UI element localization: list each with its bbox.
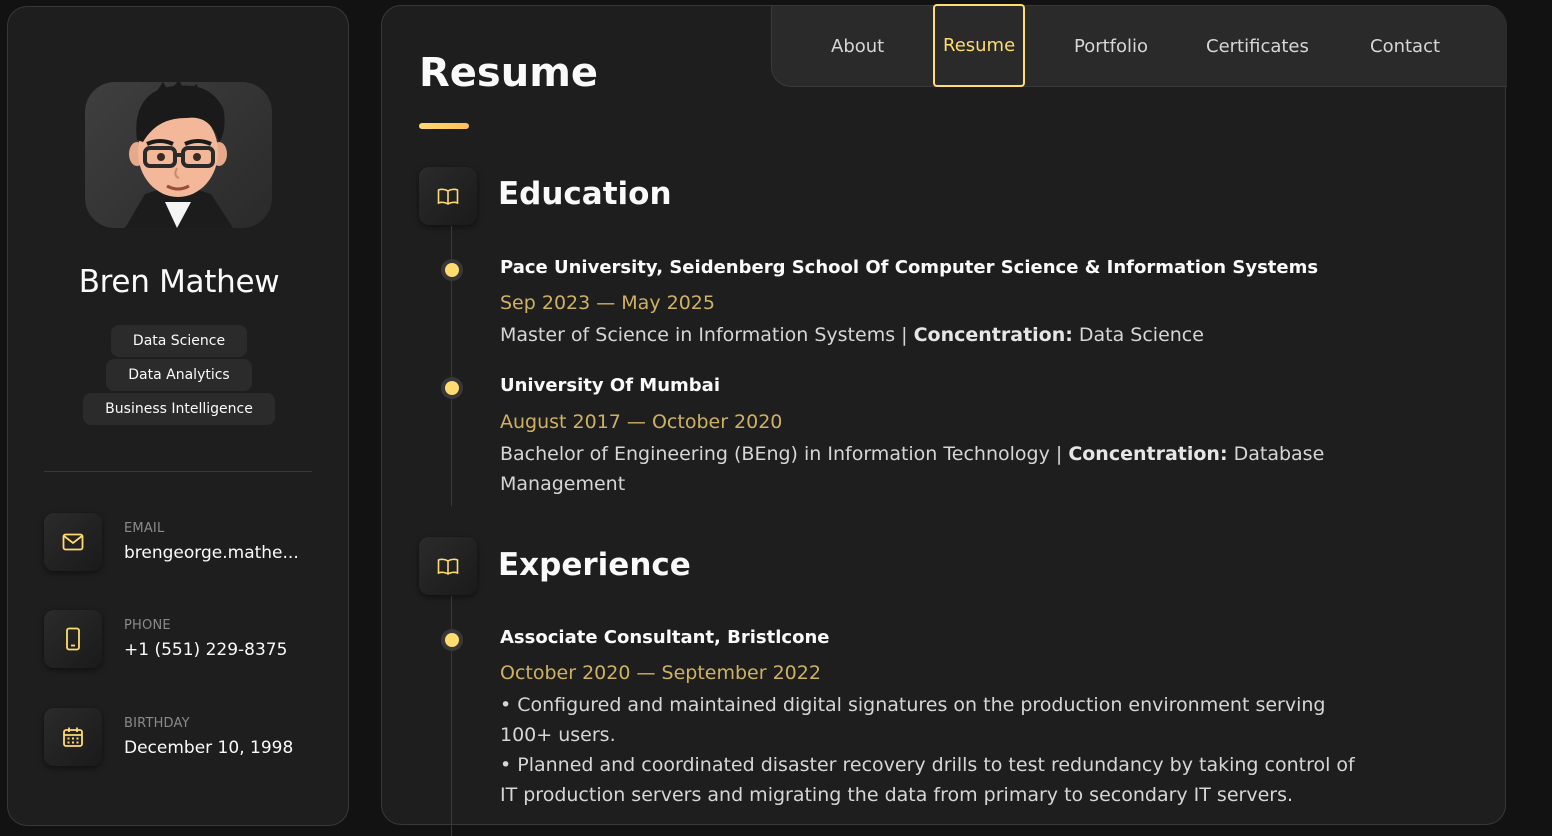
profile-tags: Data Science Data Analytics Business Int… [8,325,350,427]
mail-icon [44,513,102,571]
avatar [85,82,272,228]
education-item-concentration-label: Concentration: [913,324,1073,346]
contact-email: EMAIL brengeorge.mathe... [44,513,334,573]
education-item-date: Sep 2023 — May 2025 [500,292,715,314]
experience-item-bullet: • Configured and maintained digital sign… [500,694,1326,746]
profile-name: Bren Mathew [78,264,280,300]
experience-item-bullet: • Planned and coordinated disaster recov… [500,754,1355,806]
education-item-title: Pace University, Seidenberg School Of Co… [500,257,1319,278]
nav-resume[interactable]: Resume [933,4,1026,87]
book-icon [419,537,477,595]
experience-timeline-line [451,596,452,836]
nav-portfolio[interactable]: Portfolio [1074,6,1148,87]
phone-icon [44,610,102,668]
contact-phone: PHONE +1 (551) 229-8375 [44,610,334,670]
contact-birthday-label: BIRTHDAY [124,716,190,731]
contact-birthday-value: December 10, 1998 [124,738,294,758]
timeline-dot [445,633,459,647]
nav-certificates[interactable]: Certificates [1206,6,1309,87]
education-item-concentration: Data Science [1072,324,1204,346]
education-item-text: Bachelor of Engineering (BEng) in Inform… [500,439,1330,499]
experience-item-date: October 2020 — September 2022 [500,662,821,684]
title-underline [419,123,469,129]
tag-business-intelligence: Business Intelligence [83,393,275,425]
contact-email-label: EMAIL [124,521,165,536]
contact-phone-label: PHONE [124,618,171,633]
avatar-illustration [125,82,233,228]
nav-about[interactable]: About [831,6,884,87]
timeline-dot [445,381,459,395]
calendar-icon [44,708,102,766]
education-item-degree: Bachelor of Engineering (BEng) in Inform… [500,443,1069,465]
page-title: Resume [419,50,599,96]
contact-birthday: BIRTHDAY December 10, 1998 [44,708,334,768]
experience-item-title: Associate Consultant, Bristlcone [500,627,830,648]
education-item-title: University Of Mumbai [500,375,720,396]
navbar: About Resume Portfolio Certificates Cont… [771,4,1507,87]
main-panel: About Resume Portfolio Certificates Cont… [381,4,1507,836]
education-item-date: August 2017 — October 2020 [500,411,783,433]
education-item-concentration-label: Concentration: [1068,443,1228,465]
education-title: Education [498,176,672,212]
experience-title: Experience [498,547,691,583]
contact-email-link[interactable]: brengeorge.mathe... [124,543,304,563]
sidebar-divider [44,471,312,472]
sidebar: Bren Mathew Data Science Data Analytics … [7,6,349,826]
education-item-text: Master of Science in Information Systems… [500,320,1360,350]
tag-data-science: Data Science [110,325,248,357]
tag-data-analytics: Data Analytics [106,359,252,391]
book-icon [419,167,477,225]
contact-phone-link[interactable]: +1 (551) 229-8375 [124,640,304,660]
education-item-degree: Master of Science in Information Systems… [500,324,914,346]
nav-contact[interactable]: Contact [1370,6,1440,87]
timeline-dot [445,263,459,277]
